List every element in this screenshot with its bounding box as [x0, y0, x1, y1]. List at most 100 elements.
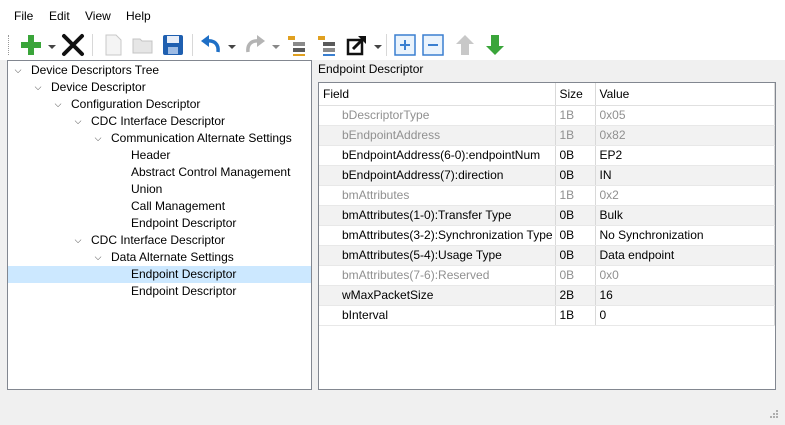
tree-item-label: Call Management — [131, 199, 226, 213]
size-cell: 0B — [555, 205, 596, 226]
undo-dropdown-arrow[interactable] — [228, 40, 236, 49]
tree-item-label: Abstract Control Management — [131, 165, 291, 179]
tree-item[interactable]: Union — [8, 181, 311, 198]
table-row[interactable]: bEndpointAddress 1B 0x82 — [319, 125, 775, 146]
export-button[interactable] — [344, 32, 370, 58]
field-cell: bInterval — [319, 305, 556, 326]
table-row[interactable]: bEndpointAddress(7):direction 0B IN — [319, 165, 775, 186]
collapse-all-button[interactable] — [420, 32, 446, 58]
details-table: Field Size Value bDescriptorType 1B 0x05… — [319, 83, 775, 326]
tree-item[interactable]: Endpoint Descriptor — [8, 215, 311, 232]
tree-item-label: CDC Interface Descriptor — [91, 114, 226, 128]
redo-button[interactable] — [242, 32, 268, 58]
size-cell: 1B — [555, 105, 596, 126]
undo-icon — [201, 35, 220, 53]
tree-item[interactable]: Abstract Control Management — [8, 164, 311, 181]
move-down-button[interactable] — [482, 32, 508, 58]
list-button[interactable] — [284, 32, 310, 58]
menu-bar: File Edit View Help — [0, 0, 785, 30]
expand-all-button[interactable] — [392, 32, 418, 58]
table-row[interactable]: bEndpointAddress(6-0):endpointNum 0B EP2 — [319, 145, 775, 166]
new-file-icon — [105, 34, 122, 56]
menu-help[interactable]: Help — [126, 9, 151, 23]
toolbar-separator — [92, 34, 93, 56]
tree-item[interactable]: ⌵ CDC Interface Descriptor — [8, 113, 311, 130]
tree-item[interactable]: ⌵ Configuration Descriptor — [8, 96, 311, 113]
status-bar — [0, 392, 785, 425]
move-down-icon — [486, 35, 504, 55]
descriptor-tree[interactable]: ⌵ Device Descriptors Tree ⌵ Device Descr… — [7, 60, 312, 390]
save-button[interactable] — [160, 32, 186, 58]
field-cell: bmAttributes — [319, 185, 556, 206]
chevron-down-icon[interactable]: ⌵ — [92, 249, 104, 266]
size-cell: 1B — [555, 185, 596, 206]
export-icon — [346, 35, 367, 56]
export-dropdown-arrow[interactable] — [374, 40, 382, 49]
move-up-button[interactable] — [452, 32, 478, 58]
value-cell: 0x0 — [595, 265, 775, 286]
table-row[interactable]: bInterval 1B 0 — [319, 305, 775, 326]
tree-item[interactable]: Call Management — [8, 198, 311, 215]
add-dropdown-arrow[interactable] — [48, 40, 56, 49]
tree-item[interactable]: Header — [8, 147, 311, 164]
chevron-down-icon[interactable]: ⌵ — [72, 232, 84, 249]
tree-item[interactable]: ⌵ Device Descriptor — [8, 79, 311, 96]
column-header-field[interactable]: Field — [319, 83, 556, 106]
delete-button[interactable] — [60, 32, 86, 58]
table-row[interactable]: bmAttributes(5-4):Usage Type 0B Data end… — [319, 245, 775, 266]
list-alt-icon — [318, 36, 335, 56]
table-row[interactable]: bmAttributes(7-6):Reserved 0B 0x0 — [319, 265, 775, 286]
undo-button[interactable] — [198, 32, 224, 58]
menu-view[interactable]: View — [85, 9, 111, 23]
menu-edit[interactable]: Edit — [49, 9, 70, 23]
value-cell: IN — [595, 165, 775, 186]
move-up-icon — [456, 35, 474, 55]
chevron-down-icon[interactable]: ⌵ — [52, 96, 64, 113]
tree-item[interactable]: ⌵ Data Alternate Settings — [8, 249, 311, 266]
tree-item-label: Union — [131, 182, 163, 196]
add-icon — [21, 35, 41, 55]
value-cell: 0x82 — [595, 125, 775, 146]
value-cell: No Synchronization — [595, 225, 775, 246]
chevron-down-icon[interactable]: ⌵ — [32, 79, 44, 96]
tree-item-label: Data Alternate Settings — [111, 250, 234, 264]
size-cell: 0B — [555, 165, 596, 186]
collapse-icon — [422, 34, 444, 56]
tree-item[interactable]: ⌵ Communication Alternate Settings — [8, 130, 311, 147]
details-table-container[interactable]: Field Size Value bDescriptorType 1B 0x05… — [318, 82, 776, 390]
table-row[interactable]: bmAttributes(3-2):Synchronization Type 0… — [319, 225, 775, 246]
new-file-button[interactable] — [100, 32, 126, 58]
field-cell: bDescriptorType — [319, 105, 556, 126]
tree-item[interactable]: ⌵ Device Descriptors Tree — [8, 62, 311, 79]
value-cell: 0x2 — [595, 185, 775, 206]
table-row[interactable]: bmAttributes(1-0):Transfer Type 0B Bulk — [319, 205, 775, 226]
field-cell: bEndpointAddress(6-0):endpointNum — [319, 145, 556, 166]
chevron-down-icon[interactable]: ⌵ — [12, 62, 24, 79]
save-icon — [163, 35, 183, 55]
list-alt-button[interactable] — [314, 32, 340, 58]
column-header-value[interactable]: Value — [595, 83, 775, 106]
tree-item[interactable]: Endpoint Descriptor — [8, 283, 311, 300]
menu-file[interactable]: File — [14, 9, 33, 23]
table-row[interactable]: bDescriptorType 1B 0x05 — [319, 105, 775, 126]
table-row[interactable]: wMaxPacketSize 2B 16 — [319, 285, 775, 306]
field-cell: bmAttributes(1-0):Transfer Type — [319, 205, 556, 226]
tree-item[interactable]: ⌵ CDC Interface Descriptor — [8, 232, 311, 249]
redo-dropdown-arrow[interactable] — [272, 40, 280, 49]
chevron-down-icon[interactable]: ⌵ — [92, 130, 104, 147]
value-cell: EP2 — [595, 145, 775, 166]
resize-grip-icon[interactable] — [769, 409, 779, 419]
table-row[interactable]: bmAttributes 1B 0x2 — [319, 185, 775, 206]
value-cell: Data endpoint — [595, 245, 775, 266]
chevron-down-icon[interactable]: ⌵ — [72, 113, 84, 130]
size-cell: 0B — [555, 225, 596, 246]
open-folder-button[interactable] — [130, 32, 156, 58]
tree-item-selected[interactable]: Endpoint Descriptor — [8, 266, 311, 283]
add-button[interactable] — [18, 32, 44, 58]
column-header-size[interactable]: Size — [555, 83, 596, 106]
value-cell: 16 — [595, 285, 775, 306]
value-cell: 0x05 — [595, 105, 775, 126]
redo-icon — [246, 35, 265, 53]
details-title: Endpoint Descriptor — [318, 62, 424, 76]
field-cell: bEndpointAddress — [319, 125, 556, 146]
